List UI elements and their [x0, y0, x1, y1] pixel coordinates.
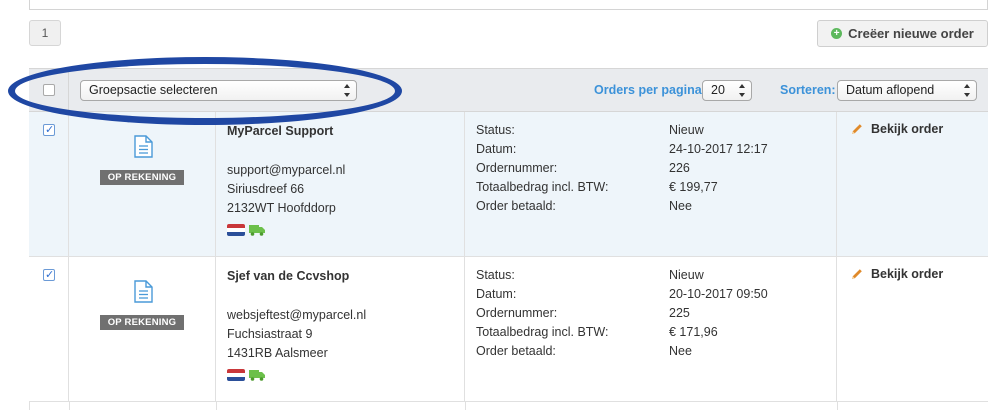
- order-type-cell: OP REKENING: [69, 112, 216, 256]
- plus-circle-icon: +: [831, 28, 843, 39]
- order-select-cell: [29, 112, 69, 256]
- document-icon[interactable]: [134, 280, 153, 303]
- status-value: Nieuw: [669, 268, 704, 282]
- view-order-button[interactable]: Bekijk order: [851, 122, 943, 136]
- customer-email: websjeftest@myparcel.nl: [227, 308, 367, 322]
- sort-label: Sorteren:: [780, 83, 836, 97]
- orders-per-page-value: 20: [711, 83, 725, 97]
- customer-name: MyParcel Support: [227, 124, 334, 138]
- page-number: 1: [41, 26, 49, 40]
- truck-icon: [249, 225, 265, 236]
- date-label: Datum:: [476, 287, 517, 301]
- customer-street: Fuchsiastraat 9: [227, 327, 313, 341]
- customer-postal-city: 1431RB Aalsmeer: [227, 346, 328, 360]
- order-row: OP REKENING Sjef van de Ccvshop websjeft…: [29, 257, 988, 402]
- total-label: Totaalbedrag incl. BTW:: [476, 325, 609, 339]
- payment-badge: OP REKENING: [100, 170, 184, 185]
- order-select-cell: [29, 257, 69, 401]
- total-value: € 171,96: [669, 325, 718, 339]
- orders-toolbar: Groepsactie selecteren Orders per pagina…: [29, 68, 988, 112]
- order-type-cell: OP REKENING: [69, 257, 216, 401]
- order-checkbox[interactable]: [43, 268, 55, 281]
- customer-street: Siriusdreef 66: [227, 182, 305, 196]
- status-label: Status:: [476, 123, 515, 137]
- customer-cell: MyParcel Support support@myparcel.nl Sir…: [216, 112, 465, 256]
- total-label: Totaalbedrag incl. BTW:: [476, 180, 609, 194]
- customer-postal-city: 2132WT Hoofddorp: [227, 201, 336, 215]
- order-actions-cell: Bekijk order: [837, 112, 988, 256]
- sort-value: Datum aflopend: [846, 83, 935, 97]
- order-number-value: 225: [669, 306, 690, 320]
- date-value: 20-10-2017 09:50: [669, 287, 768, 301]
- select-all-cell: [29, 69, 69, 111]
- next-row-dividers: [29, 401, 988, 410]
- payment-badge: OP REKENING: [100, 315, 184, 330]
- order-checkbox[interactable]: [43, 123, 55, 136]
- orders-per-page-label: Orders per pagina: [594, 83, 702, 97]
- order-details-cell: Status: Datum: Ordernummer: Totaalbedrag…: [465, 112, 837, 256]
- new-order-label: Creëer nieuwe order: [848, 26, 974, 41]
- netherlands-flag-icon: [227, 369, 245, 381]
- order-number-label: Ordernummer:: [476, 306, 558, 320]
- top-panel: [29, 0, 988, 10]
- date-value: 24-10-2017 12:17: [669, 142, 768, 156]
- sort-select[interactable]: Datum aflopend: [837, 80, 977, 101]
- select-arrows-icon: [739, 84, 746, 97]
- new-order-button[interactable]: + Creëer nieuwe order: [817, 20, 988, 47]
- order-actions-cell: Bekijk order: [837, 257, 988, 401]
- view-order-button[interactable]: Bekijk order: [851, 267, 943, 281]
- netherlands-flag-icon: [227, 224, 245, 236]
- order-details-cell: Status: Datum: Ordernummer: Totaalbedrag…: [465, 257, 837, 401]
- pencil-icon: [852, 269, 862, 279]
- order-row: OP REKENING MyParcel Support support@myp…: [29, 112, 988, 257]
- paid-label: Order betaald:: [476, 344, 556, 358]
- status-value: Nieuw: [669, 123, 704, 137]
- select-all-checkbox[interactable]: [43, 84, 55, 96]
- paid-value: Nee: [669, 199, 692, 213]
- customer-email: support@myparcel.nl: [227, 163, 346, 177]
- pagination-page-button[interactable]: 1: [29, 20, 61, 46]
- select-arrows-icon: [344, 84, 351, 97]
- date-label: Datum:: [476, 142, 517, 156]
- order-number-label: Ordernummer:: [476, 161, 558, 175]
- group-action-select[interactable]: Groepsactie selecteren: [80, 80, 357, 101]
- view-order-label: Bekijk order: [871, 267, 944, 281]
- select-arrows-icon: [964, 84, 971, 97]
- orders-per-page-select[interactable]: 20: [702, 80, 752, 101]
- truck-icon: [249, 370, 265, 381]
- view-order-label: Bekijk order: [871, 122, 944, 136]
- customer-name: Sjef van de Ccvshop: [227, 269, 350, 283]
- paid-label: Order betaald:: [476, 199, 556, 213]
- pencil-icon: [852, 124, 862, 134]
- order-number-value: 226: [669, 161, 690, 175]
- document-icon[interactable]: [134, 135, 153, 158]
- total-value: € 199,77: [669, 180, 718, 194]
- customer-cell: Sjef van de Ccvshop websjeftest@myparcel…: [216, 257, 465, 401]
- status-label: Status:: [476, 268, 515, 282]
- group-action-value: Groepsactie selecteren: [89, 83, 218, 97]
- paid-value: Nee: [669, 344, 692, 358]
